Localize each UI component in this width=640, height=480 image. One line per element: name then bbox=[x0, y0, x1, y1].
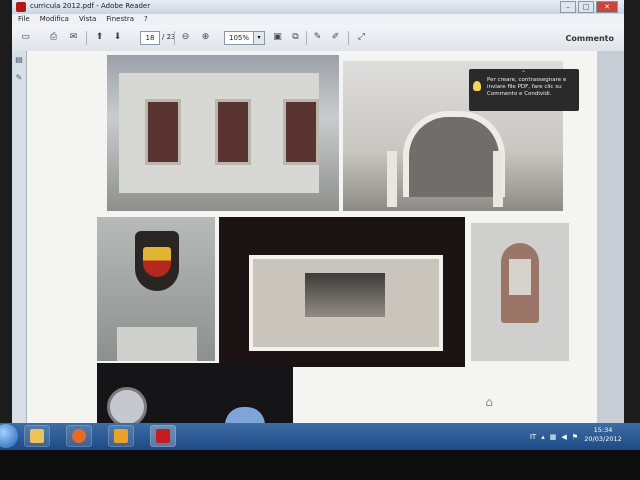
outlook-icon bbox=[114, 429, 128, 443]
adobe-reader-window: curricula 2012.pdf - Adobe Reader – □ ✕ … bbox=[12, 0, 624, 450]
arch bbox=[403, 111, 505, 197]
network-icon[interactable]: ▦ bbox=[550, 433, 557, 441]
folder-icon bbox=[30, 429, 44, 443]
email-icon[interactable]: ✉ bbox=[66, 30, 81, 44]
fit-page-icon[interactable]: ▣ bbox=[270, 30, 285, 44]
minimize-button[interactable]: – bbox=[560, 1, 576, 13]
column bbox=[493, 151, 503, 207]
clock[interactable]: 15:34 20/03/2012 bbox=[580, 426, 626, 444]
volume-icon[interactable]: ◀ bbox=[561, 433, 566, 441]
lightbulb-icon bbox=[473, 81, 481, 91]
window-controls: – □ ✕ bbox=[560, 1, 618, 13]
tray-expand-icon[interactable]: ▴ bbox=[541, 433, 545, 441]
page-thumbnails-icon[interactable]: ▤ bbox=[14, 55, 24, 65]
tabernacle bbox=[501, 243, 539, 323]
heraldic-shield bbox=[143, 247, 171, 277]
page-number-input[interactable]: 18 bbox=[140, 31, 160, 45]
menu-file[interactable]: File bbox=[18, 14, 30, 25]
toolbar-divider bbox=[174, 31, 175, 45]
menu-modifica[interactable]: Modifica bbox=[40, 14, 69, 25]
facade-window bbox=[283, 99, 319, 165]
sticky-note-icon[interactable]: ✎ bbox=[310, 30, 325, 44]
previous-page-icon[interactable]: ⬆ bbox=[92, 30, 107, 44]
highlight-icon[interactable]: ✐ bbox=[328, 30, 343, 44]
clock-date: 20/03/2012 bbox=[584, 435, 622, 443]
toolbar-divider bbox=[306, 31, 307, 45]
maximize-button[interactable]: □ bbox=[578, 1, 594, 13]
facade-window bbox=[145, 99, 181, 165]
blue-light bbox=[225, 407, 265, 423]
system-tray: IT ▴ ▦ ◀ ⚑ bbox=[530, 423, 578, 450]
start-button[interactable] bbox=[0, 424, 18, 448]
basin-recess bbox=[305, 273, 385, 317]
photo-wall-tabernacle bbox=[471, 223, 569, 361]
taskbar-explorer[interactable] bbox=[24, 425, 50, 447]
title-bar[interactable]: curricula 2012.pdf - Adobe Reader – □ ✕ bbox=[12, 0, 624, 14]
screen-bezel bbox=[0, 450, 640, 480]
toolbar-divider bbox=[86, 31, 87, 45]
projected-screen: curricula 2012.pdf - Adobe Reader – □ ✕ … bbox=[0, 0, 640, 470]
attachments-icon[interactable]: ✎ bbox=[14, 73, 24, 83]
taskbar-media-player[interactable] bbox=[66, 425, 92, 447]
photo-coat-of-arms bbox=[97, 217, 215, 361]
next-page-icon[interactable]: ⬇ bbox=[110, 30, 125, 44]
window-title: curricula 2012.pdf - Adobe Reader bbox=[30, 2, 151, 10]
taskbar-adobe-reader[interactable] bbox=[150, 425, 176, 447]
fit-width-icon[interactable]: ⧉ bbox=[288, 30, 303, 44]
language-indicator[interactable]: IT bbox=[530, 433, 536, 441]
basin-frame bbox=[249, 255, 443, 351]
rose-window bbox=[107, 387, 147, 423]
media-player-icon bbox=[72, 429, 86, 443]
toolbar: ▭ ⎙ ✉ ⬆ ⬇ 18 / 23 ⊖ ⊕ 105% ▾ ▣ ⧉ ✎ ✐ ⤢ C… bbox=[12, 25, 624, 52]
taskbar-outlook[interactable] bbox=[108, 425, 134, 447]
comment-tab[interactable]: Commento bbox=[566, 34, 614, 43]
zoom-dropdown-icon[interactable]: ▾ bbox=[253, 31, 265, 45]
zoom-in-icon[interactable]: ⊕ bbox=[198, 30, 213, 44]
open-icon[interactable]: ▭ bbox=[18, 30, 33, 44]
menu-help[interactable]: ? bbox=[144, 14, 148, 25]
column bbox=[387, 151, 397, 207]
photo-courtyard-facade bbox=[107, 55, 339, 211]
toolbar-divider bbox=[348, 31, 349, 45]
windows-taskbar: IT ▴ ▦ ◀ ⚑ 15:34 20/03/2012 bbox=[0, 423, 640, 450]
zoom-level-input[interactable]: 105% bbox=[224, 31, 254, 45]
zoom-out-icon[interactable]: ⊖ bbox=[178, 30, 193, 44]
facade-window bbox=[215, 99, 251, 165]
menu-vista[interactable]: Vista bbox=[79, 14, 96, 25]
crest bbox=[135, 231, 179, 291]
print-icon[interactable]: ⎙ bbox=[46, 30, 61, 44]
expand-icon[interactable]: ⤢ bbox=[354, 30, 369, 44]
photo-rose-window bbox=[97, 363, 293, 423]
adobe-reader-icon bbox=[16, 2, 26, 12]
action-center-icon[interactable]: ⚑ bbox=[572, 433, 578, 441]
navigation-panel: ▤ ✎ bbox=[12, 51, 27, 423]
building-sketch-icon: ⌂ bbox=[485, 395, 493, 409]
adobe-reader-icon bbox=[156, 429, 170, 443]
pedestal bbox=[117, 327, 197, 361]
photo-stone-basin bbox=[219, 217, 465, 367]
tooltip-text: Per creare, contrassegnare e inviare fil… bbox=[487, 77, 567, 97]
menu-finestra[interactable]: Finestra bbox=[106, 14, 134, 25]
close-button[interactable]: ✕ bbox=[596, 1, 618, 13]
clock-time: 15:34 bbox=[593, 426, 613, 434]
tabernacle-relief bbox=[509, 259, 531, 295]
menu-bar: File Modifica Vista Finestra ? bbox=[12, 14, 624, 25]
chevron-up-icon[interactable]: ⌃ bbox=[521, 70, 526, 77]
comment-tooltip: ⌃ Per creare, contrassegnare e inviare f… bbox=[469, 69, 579, 111]
